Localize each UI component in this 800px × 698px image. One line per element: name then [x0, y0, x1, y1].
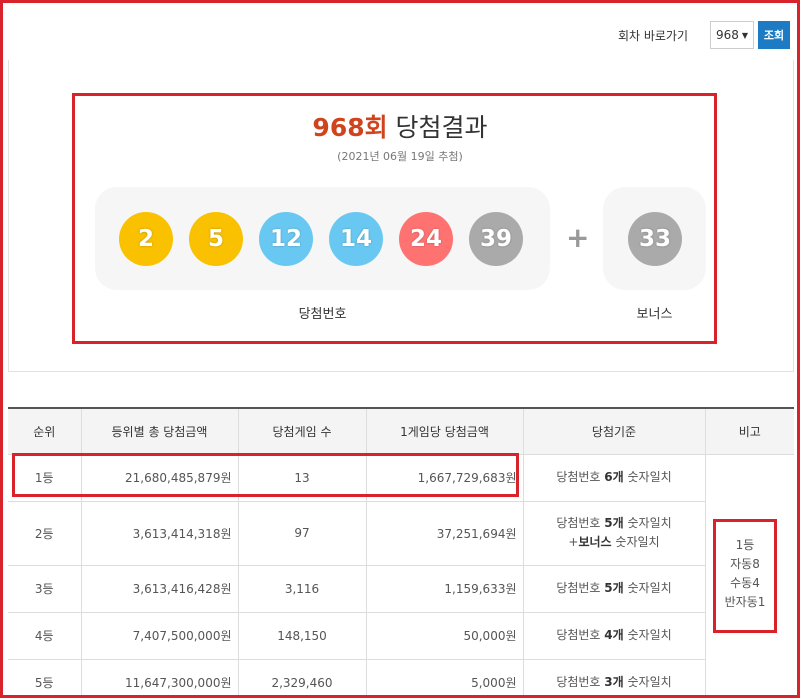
- criteria-text: 숫자일치: [623, 516, 672, 530]
- criteria-text: 당첨번호: [556, 628, 605, 642]
- rank-cell: 4등: [8, 612, 81, 660]
- table-header-row: 순위 등위별 총 당첨금액 당첨게임 수 1게임당 당첨금액 당첨기준 비고: [8, 407, 794, 455]
- prize-per-game-cell: 1,159,633원: [365, 565, 523, 613]
- chevron-down-icon: ▼: [741, 30, 749, 40]
- header-total-prize: 등위별 총 당첨금액: [80, 407, 238, 455]
- criteria-text: 숫자일치: [623, 470, 672, 484]
- header-winner-count: 당첨게임 수: [237, 407, 366, 455]
- note-line: 반자동1: [724, 595, 766, 609]
- criteria-cell: 당첨번호 4개 숫자일치: [522, 612, 705, 660]
- bonus-label: 보너스: [636, 307, 673, 322]
- bonus-ball: 33: [628, 212, 682, 266]
- winner-count-cell: 148,150: [237, 612, 366, 660]
- criteria-count: 5개: [604, 516, 624, 530]
- criteria-count: 5개: [604, 581, 624, 595]
- winning-numbers-label: 당첨번호: [298, 307, 347, 322]
- prize-per-game-cell: 50,000원: [365, 612, 523, 660]
- total-prize-cell: 3,613,416,428원: [80, 565, 238, 613]
- header-criteria: 당첨기준: [522, 407, 705, 455]
- criteria-text: 숫자일치: [623, 581, 672, 595]
- total-prize-cell: 7,407,500,000원: [80, 612, 238, 660]
- note-line: 자동8: [730, 557, 760, 571]
- page-title: 968회 당첨결과: [0, 108, 800, 144]
- number-ball-value: 39: [479, 226, 512, 252]
- criteria-text: 당첨번호: [556, 516, 605, 530]
- table-row: 5등 11,647,300,000원 2,329,460 5,000원 당첨번호…: [8, 659, 794, 698]
- round-shortcut-label: 회차 바로가기: [617, 28, 688, 43]
- number-ball-value: 5: [207, 226, 224, 252]
- criteria-cell: 당첨번호 5개 숫자일치 +보너스 숫자일치: [522, 501, 705, 566]
- table-row: 3등 3,613,416,428원 3,116 1,159,633원 당첨번호 …: [8, 565, 794, 613]
- header-rank: 순위: [8, 407, 81, 455]
- number-ball-value: 14: [339, 226, 372, 252]
- rank-cell: 3등: [8, 565, 81, 613]
- winner-count-cell: 2,329,460: [237, 659, 366, 698]
- criteria-count: 4개: [604, 628, 624, 642]
- criteria-cell: 당첨번호 5개 숫자일치: [522, 565, 705, 613]
- header-prize-per-game: 1게임당 당첨금액: [365, 407, 523, 455]
- note-text: 1등 자동8 수동4 반자동1: [713, 536, 777, 612]
- prize-table: 순위 등위별 총 당첨금액 당첨게임 수 1게임당 당첨금액 당첨기준 비고 1…: [8, 407, 794, 698]
- round-select-value: 968: [715, 28, 739, 42]
- criteria-text: 숫자일치: [611, 535, 660, 549]
- rank-cell: 2등: [8, 501, 81, 566]
- number-ball-value: 2: [137, 226, 154, 252]
- number-ball: 2: [119, 212, 173, 266]
- number-ball-value: 12: [269, 226, 302, 252]
- title-suffix: 당첨결과: [387, 113, 488, 142]
- criteria-text: 숫자일치: [623, 675, 672, 689]
- number-ball: 39: [469, 212, 523, 266]
- round-number: 968회: [312, 113, 388, 142]
- criteria-text: 숫자일치: [623, 628, 672, 642]
- number-ball: 14: [329, 212, 383, 266]
- draw-date: (2021년 06월 19일 추첨): [337, 150, 463, 163]
- search-button[interactable]: 조회: [758, 21, 790, 49]
- number-ball-value: 24: [409, 226, 442, 252]
- criteria-cell: 당첨번호 6개 숫자일치: [522, 454, 705, 502]
- prize-per-game-cell: 37,251,694원: [365, 501, 523, 566]
- bonus-ball-value: 33: [638, 226, 671, 252]
- criteria-text: 당첨번호: [556, 581, 605, 595]
- number-ball: 5: [189, 212, 243, 266]
- round-select[interactable]: 968 ▼: [710, 21, 754, 49]
- round-navigation-bar: 회차 바로가기 968 ▼ 조회: [618, 20, 790, 50]
- criteria-bonus: 보너스: [578, 535, 612, 549]
- winner-count-cell: 3,116: [237, 565, 366, 613]
- note-line: 1등: [735, 538, 755, 552]
- criteria-count: 3개: [604, 675, 624, 689]
- criteria-text: 당첨번호: [556, 675, 605, 689]
- criteria-cell: 당첨번호 3개 숫자일치: [522, 659, 705, 698]
- criteria-count: 6개: [604, 470, 624, 484]
- criteria-text: 당첨번호: [556, 470, 605, 484]
- note-line: 수동4: [730, 576, 760, 590]
- header-note: 비고: [704, 407, 794, 455]
- table-row: 4등 7,407,500,000원 148,150 50,000원 당첨번호 4…: [8, 612, 794, 660]
- criteria-text: +: [568, 535, 579, 549]
- plus-sign: +: [566, 221, 590, 254]
- number-ball: 12: [259, 212, 313, 266]
- total-prize-cell: 11,647,300,000원: [80, 659, 238, 698]
- total-prize-cell: 3,613,414,318원: [80, 501, 238, 566]
- first-prize-highlight-box: [12, 453, 519, 497]
- table-row: 2등 3,613,414,318원 97 37,251,694원 당첨번호 5개…: [8, 501, 794, 566]
- number-ball: 24: [399, 212, 453, 266]
- prize-per-game-cell: 5,000원: [365, 659, 523, 698]
- winner-count-cell: 97: [237, 501, 366, 566]
- rank-cell: 5등: [8, 659, 81, 698]
